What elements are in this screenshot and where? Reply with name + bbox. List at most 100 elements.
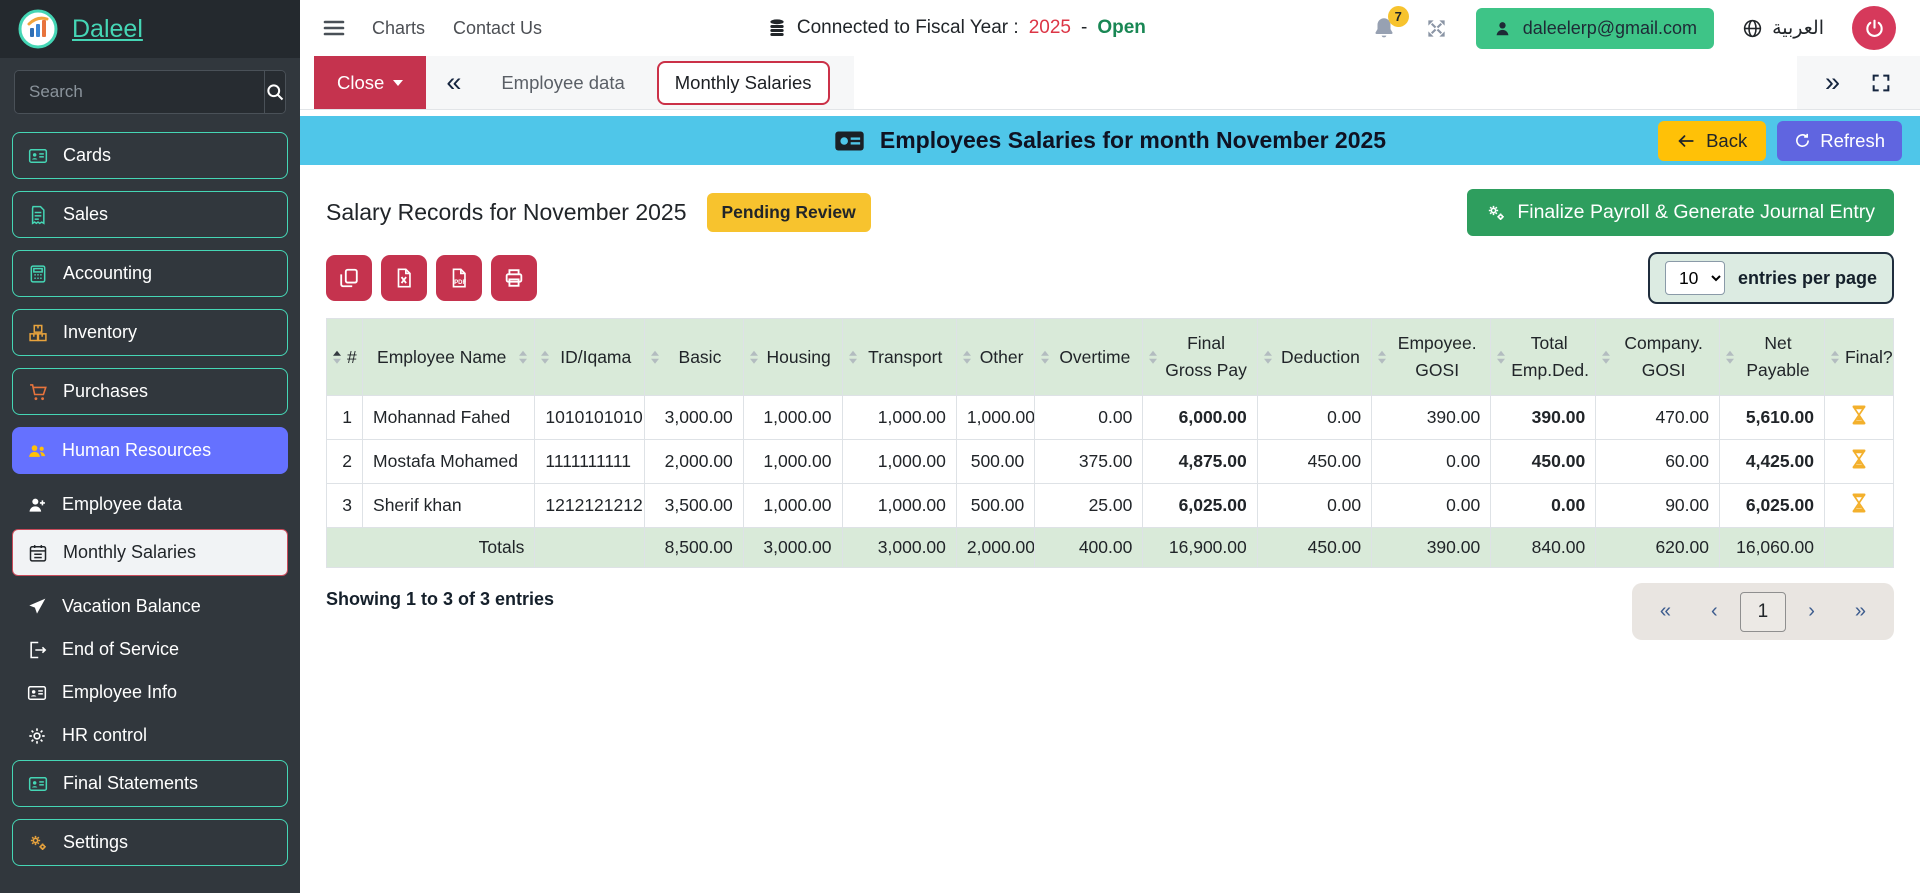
sidebar-item-settings[interactable]: Settings (12, 819, 288, 866)
sort-icon (1041, 350, 1050, 364)
table-header-row: # Employee Name ID/Iqama Basic Housing Transp… (325, 317, 1895, 397)
sidebar-item-accounting[interactable]: Accounting (12, 250, 288, 297)
totals-label: Totals (325, 527, 536, 569)
sidebar-item-purchases[interactable]: Purchases (12, 368, 288, 415)
export-copy-button[interactable] (326, 255, 372, 301)
id-card-icon (27, 683, 47, 703)
column-header-id-iqama[interactable]: ID/Iqama (534, 317, 646, 397)
cart-icon (28, 382, 48, 402)
notifications-button[interactable]: 7 (1371, 6, 1409, 41)
sidebar-item-inventory[interactable]: Inventory (12, 309, 288, 356)
column-header-overtime[interactable]: Overtime (1034, 317, 1144, 397)
totals-overtime: 400.00 (1034, 527, 1144, 569)
invoice-icon (28, 205, 48, 225)
fiscal-status: Open (1097, 17, 1146, 38)
search-button[interactable] (264, 71, 285, 113)
top-nav-contact-us[interactable]: Contact Us (453, 18, 542, 39)
table-toolbar: PDF 10 entries per page (326, 252, 1894, 304)
column-header-employee-name[interactable]: Employee Name (362, 317, 536, 397)
expand-button[interactable] (1425, 17, 1448, 40)
fullscreen-icon (1870, 72, 1892, 94)
cell-basic: 3,500.00 (644, 483, 744, 529)
column-header-net-payable[interactable]: Net Payable (1718, 317, 1825, 397)
cell-: 2 (325, 439, 364, 485)
totals-company-gosi: 620.00 (1595, 527, 1720, 569)
close-tab-button[interactable]: Close (314, 56, 427, 109)
menu-toggle-button[interactable] (322, 16, 346, 40)
cell-empoyee-gosi: 0.00 (1371, 439, 1492, 485)
cell-transport: 1,000.00 (841, 483, 957, 529)
pagination-next-button[interactable]: › (1790, 591, 1833, 632)
tabs-scroll-right-button[interactable]: » (1825, 69, 1840, 96)
pagination: « ‹ 1 › » (1631, 583, 1894, 641)
fullscreen-button[interactable] (1870, 72, 1892, 94)
gear-icon (27, 726, 47, 746)
column-header-basic[interactable]: Basic (644, 317, 744, 397)
tab-monthly-salaries[interactable]: Monthly Salaries (656, 60, 830, 105)
export-buttons: PDF (326, 255, 537, 301)
cell-total-emp-ded: 450.00 (1490, 439, 1597, 485)
user-account-button[interactable]: daleelerp@gmail.com (1475, 7, 1715, 49)
export-excel-button[interactable] (381, 255, 427, 301)
sidebar-item-end-of-service[interactable]: End of Service (12, 631, 288, 668)
pagination-first-button[interactable]: « (1642, 591, 1689, 632)
totals-final-gross-pay: 16,900.00 (1142, 527, 1258, 569)
cell-final[interactable] (1823, 395, 1895, 441)
sort-icon (749, 350, 758, 364)
sidebar-item-human-resources[interactable]: Human Resources (12, 427, 288, 474)
logout-button[interactable] (1852, 6, 1896, 50)
totals-other: 2,000.00 (955, 527, 1036, 569)
column-header-[interactable]: # (325, 317, 364, 397)
column-header-housing[interactable]: Housing (742, 317, 843, 397)
back-button[interactable]: Back (1658, 120, 1767, 161)
export-pdf-button[interactable]: PDF (436, 255, 482, 301)
sidebar-item-label: Purchases (63, 381, 149, 401)
totals-net-payable: 16,060.00 (1718, 527, 1825, 569)
search-input[interactable] (15, 71, 264, 113)
column-header-other[interactable]: Other (955, 317, 1036, 397)
sort-icon (848, 350, 857, 364)
hourglass-icon (1849, 449, 1869, 469)
cell-final[interactable] (1823, 483, 1895, 529)
language-switch-button[interactable]: العربية (1742, 17, 1824, 40)
hourglass-icon (1849, 493, 1869, 513)
sidebar-item-vacation-balance[interactable]: Vacation Balance (12, 588, 288, 625)
column-header-total-emp-ded[interactable]: Total Emp.Ded. (1490, 317, 1597, 397)
pagination-page-1-button[interactable]: 1 (1739, 591, 1787, 632)
finalize-payroll-button[interactable]: Finalize Payroll & Generate Journal Entr… (1467, 189, 1894, 236)
refresh-button[interactable]: Refresh (1777, 120, 1902, 161)
door-open-icon (27, 640, 47, 660)
column-header-transport[interactable]: Transport (841, 317, 957, 397)
entries-per-page-select[interactable]: 10 (1664, 261, 1725, 295)
column-header-empoyee-gosi[interactable]: Empoyee. GOSI (1371, 317, 1492, 397)
tab-strip: « Employee data Monthly Salaries (426, 56, 854, 109)
tabs-scroll-left-button[interactable]: « (446, 69, 461, 96)
column-header-label: Net Payable (1746, 333, 1810, 381)
pagination-last-button[interactable]: » (1837, 591, 1884, 632)
sidebar-item-cards[interactable]: Cards (12, 132, 288, 179)
column-header-company-gosi[interactable]: Company. GOSI (1595, 317, 1720, 397)
column-header-label: ID/Iqama (560, 346, 632, 367)
column-header-final[interactable]: Final? (1823, 317, 1895, 397)
sidebar-item-monthly-salaries[interactable]: Monthly Salaries (12, 529, 288, 576)
user-plus-icon (27, 495, 47, 515)
main-area: Charts Contact Us Connected to Fiscal Yea… (300, 0, 1920, 893)
cell-company-gosi: 90.00 (1595, 483, 1720, 529)
top-nav-charts[interactable]: Charts (372, 18, 425, 39)
cell-id-iqama: 1212121212 (534, 483, 646, 529)
export-print-button[interactable] (491, 255, 537, 301)
brand-name-link[interactable]: Daleel (72, 15, 143, 44)
column-header-final-gross-pay[interactable]: Final Gross Pay (1142, 317, 1258, 397)
sidebar-item-employee-info[interactable]: Employee Info (12, 674, 288, 711)
sidebar-item-employee-data[interactable]: Employee data (12, 486, 288, 523)
table-totals-row: Totals 8,500.00 3,000.00 3,000.00 2,000.00 40… (325, 527, 1895, 569)
tab-employee-data[interactable]: Employee data (483, 61, 642, 105)
sort-icon (651, 350, 660, 364)
topbar: Charts Contact Us Connected to Fiscal Yea… (300, 0, 1920, 56)
sidebar-item-sales[interactable]: Sales (12, 191, 288, 238)
sidebar-item-final-statements[interactable]: Final Statements (12, 760, 288, 807)
sidebar-item-hr-control[interactable]: HR control (12, 717, 288, 754)
cell-final[interactable] (1823, 439, 1895, 485)
column-header-deduction[interactable]: Deduction (1256, 317, 1373, 397)
pagination-prev-button[interactable]: ‹ (1693, 591, 1736, 632)
